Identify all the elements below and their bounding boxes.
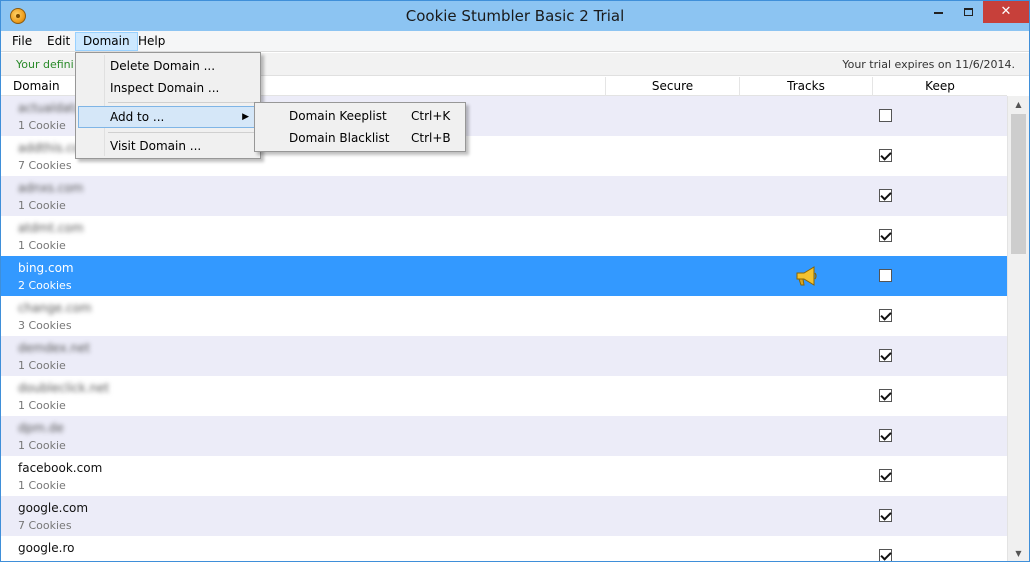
shortcut-label: Ctrl+B — [411, 131, 451, 145]
cookie-count: 1 Cookie — [18, 479, 66, 492]
domain-name: atdmt.com — [18, 221, 84, 235]
minimize-icon — [933, 11, 943, 14]
menu-item-inspect-domain[interactable]: Inspect Domain ... — [78, 77, 258, 99]
menu-edit[interactable]: Edit — [40, 32, 77, 51]
cookie-count: 1 Cookie — [18, 439, 66, 452]
keep-checkbox[interactable] — [879, 109, 892, 122]
menu-domain[interactable]: Domain — [75, 32, 138, 51]
keep-checkbox[interactable] — [879, 229, 892, 242]
domain-row[interactable]: atdmt.com 1 Cookie — [1, 216, 1007, 256]
menu-help[interactable]: Help — [131, 32, 172, 51]
domain-name: demdex.net — [18, 341, 91, 355]
cookie-count: 1 Cookie — [18, 399, 66, 412]
domain-name: doubleclick.net — [18, 381, 110, 395]
cookie-count: 1 Cookie — [18, 199, 66, 212]
submenu-arrow-icon: ▶ — [242, 112, 249, 122]
scroll-down-arrow-icon[interactable]: ▼ — [1008, 545, 1029, 561]
window-title: Cookie Stumbler Basic 2 Trial — [405, 7, 625, 25]
column-header-tracks[interactable]: Tracks — [740, 77, 873, 96]
keep-checkbox[interactable] — [879, 509, 892, 522]
scroll-up-arrow-icon[interactable]: ▲ — [1008, 96, 1029, 113]
keep-checkbox[interactable] — [879, 429, 892, 442]
cookie-count: 1 Cookie — [18, 119, 66, 132]
minimize-button[interactable] — [923, 1, 953, 23]
title-bar[interactable]: Cookie Stumbler Basic 2 Trial ✕ — [1, 1, 1029, 31]
domain-row[interactable]: google.ro — [1, 536, 1007, 561]
megaphone-icon — [796, 266, 817, 286]
domain-menu-dropdown: Delete Domain ... Inspect Domain ... Add… — [75, 52, 261, 159]
keep-checkbox[interactable] — [879, 269, 892, 282]
definitions-status: Your defini — [16, 58, 74, 71]
menu-item-delete-domain[interactable]: Delete Domain ... — [78, 55, 258, 77]
domain-name: change.com — [18, 301, 92, 315]
menu-file[interactable]: File — [5, 32, 39, 51]
keep-checkbox[interactable] — [879, 149, 892, 162]
domain-name: facebook.com — [18, 461, 103, 475]
keep-checkbox[interactable] — [879, 549, 892, 561]
domain-name: dpm.de — [18, 421, 64, 435]
keep-checkbox[interactable] — [879, 189, 892, 202]
menu-separator — [108, 102, 256, 103]
domain-row[interactable]: change.com 3 Cookies — [1, 296, 1007, 336]
column-header-keep[interactable]: Keep — [873, 77, 1007, 96]
domain-row[interactable]: dpm.de 1 Cookie — [1, 416, 1007, 456]
domain-name: google.com — [18, 501, 89, 515]
app-window: Cookie Stumbler Basic 2 Trial ✕ File Edi… — [0, 0, 1030, 562]
scroll-thumb[interactable] — [1011, 114, 1026, 254]
cookie-count: 7 Cookies — [18, 159, 72, 172]
close-button[interactable]: ✕ — [983, 1, 1029, 23]
keep-checkbox[interactable] — [879, 389, 892, 402]
submenu-item-label: Domain Keeplist — [289, 109, 387, 123]
close-icon: ✕ — [1000, 4, 1012, 19]
cookie-count: 7 Cookies — [18, 519, 72, 532]
cookie-count: 1 Cookie — [18, 239, 66, 252]
menu-item-visit-domain[interactable]: Visit Domain ... — [78, 135, 258, 157]
cookie-count: 3 Cookies — [18, 319, 72, 332]
maximize-icon — [963, 7, 973, 16]
domain-list: actualdata.com 1 Cookie addthis.com 7 Co… — [1, 96, 1007, 561]
domain-row[interactable]: doubleclick.net 1 Cookie — [1, 376, 1007, 416]
domain-row[interactable]: adnxs.com 1 Cookie — [1, 176, 1007, 216]
keep-checkbox[interactable] — [879, 349, 892, 362]
keep-checkbox[interactable] — [879, 309, 892, 322]
menu-bar: File Edit Domain Help — [1, 31, 1029, 52]
submenu-item-label: Domain Blacklist — [289, 131, 390, 145]
keep-checkbox[interactable] — [879, 469, 892, 482]
menu-item-add-to[interactable]: Add to ... ▶ — [78, 106, 258, 128]
domain-name: google.ro — [18, 541, 75, 555]
domain-name: bing.com — [18, 261, 74, 275]
submenu-item-domain-blacklist[interactable]: Domain Blacklist Ctrl+B — [257, 127, 463, 149]
cookie-count: 2 Cookies — [18, 279, 72, 292]
submenu-item-domain-keeplist[interactable]: Domain Keeplist Ctrl+K — [257, 105, 463, 127]
menu-separator — [108, 132, 256, 133]
trial-expiry-text: Your trial expires on 11/6/2014. — [842, 58, 1015, 71]
vertical-scrollbar[interactable]: ▲ ▼ — [1007, 96, 1029, 561]
cookie-count: 1 Cookie — [18, 359, 66, 372]
menu-item-label: Add to ... — [110, 110, 165, 124]
maximize-button[interactable] — [953, 1, 983, 23]
domain-row-selected[interactable]: bing.com 2 Cookies — [1, 256, 1007, 296]
domain-row[interactable]: google.com 7 Cookies — [1, 496, 1007, 536]
domain-row[interactable]: demdex.net 1 Cookie — [1, 336, 1007, 376]
domain-row[interactable]: facebook.com 1 Cookie — [1, 456, 1007, 496]
add-to-submenu: Domain Keeplist Ctrl+K Domain Blacklist … — [254, 102, 466, 152]
column-header-secure[interactable]: Secure — [606, 77, 740, 96]
domain-name: adnxs.com — [18, 181, 84, 195]
shortcut-label: Ctrl+K — [411, 109, 451, 123]
